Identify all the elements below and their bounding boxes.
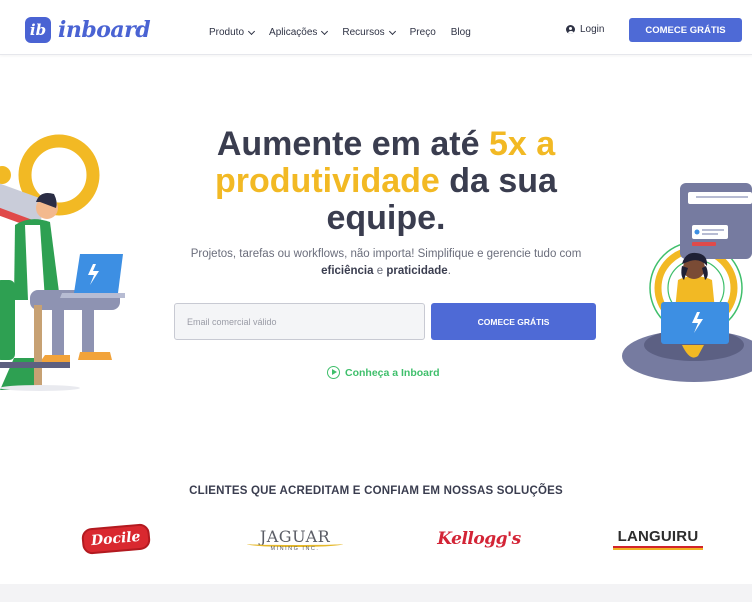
nav-item-produto[interactable]: Produto xyxy=(209,27,256,38)
clients-heading: CLIENTES QUE ACREDITAM E CONFIAM EM NOSS… xyxy=(189,485,563,497)
chevron-down-icon xyxy=(321,27,329,35)
hero-illustration-right xyxy=(622,183,752,382)
languiru-stripes xyxy=(613,546,703,550)
top-nav-bar: ib inboard Produto Aplicações Recursos P… xyxy=(0,0,752,55)
user-icon xyxy=(566,25,575,34)
jaguar-subtitle: MINING INC. xyxy=(270,545,320,552)
title-highlight: produtividade xyxy=(215,162,440,200)
hero-title: Aumente em até 5x a produtividade da sua… xyxy=(160,126,612,237)
docile-wordmark: Docile xyxy=(81,523,151,555)
video-link-label: Conheça a Inboard xyxy=(345,366,440,379)
page: ib inboard Produto Aplicações Recursos P… xyxy=(0,0,752,602)
nav-label: Aplicações xyxy=(269,27,318,38)
languiru-wordmark: LANGUIRU xyxy=(617,528,699,545)
nav-label: Recursos xyxy=(342,27,385,38)
docile-logo: Docile xyxy=(81,520,151,558)
kelloggs-logo: Kellogg's xyxy=(437,520,521,558)
email-input[interactable]: Email comercial válido xyxy=(174,303,425,340)
chevron-down-icon xyxy=(388,27,396,35)
title-part: Aumente em até xyxy=(216,125,489,163)
inboard-logo[interactable]: ib inboard xyxy=(25,17,151,43)
start-free-button-hero[interactable]: COMECE GRÁTIS xyxy=(431,303,596,340)
jaguar-mining-logo: JAGUAR MINING INC. xyxy=(245,520,345,558)
hero-illustration-left xyxy=(0,134,125,391)
nav-item-preco[interactable]: Preço xyxy=(410,27,436,38)
logo-text: inboard xyxy=(58,17,151,43)
subtitle-bold: eficiência xyxy=(321,265,374,277)
nav-label: Blog xyxy=(450,27,471,38)
watch-video-link[interactable]: Conheça a Inboard xyxy=(327,366,440,379)
nav-label: Produto xyxy=(209,27,245,38)
languiru-logo: LANGUIRU xyxy=(612,520,704,558)
play-icon xyxy=(327,366,340,379)
kelloggs-wordmark: Kellogg's xyxy=(437,529,521,549)
title-part: equipe. xyxy=(326,199,446,237)
next-section-band xyxy=(0,584,752,602)
nav-item-blog[interactable]: Blog xyxy=(451,27,471,38)
login-link[interactable]: Login xyxy=(566,24,604,35)
nav-item-recursos[interactable]: Recursos xyxy=(342,27,396,38)
title-part: da sua xyxy=(439,162,557,200)
start-free-button-header[interactable]: COMECE GRÁTIS xyxy=(629,18,742,42)
main-nav: Produto Aplicações Recursos Preço Blog xyxy=(209,27,486,38)
subtitle-bold: praticidade xyxy=(386,265,448,277)
subtitle-text: Projetos, tarefas ou workflows, não impo… xyxy=(190,248,582,260)
subtitle-text: e xyxy=(373,265,387,277)
nav-label: Preço xyxy=(409,27,436,38)
logo-mark: ib xyxy=(25,17,51,43)
chevron-down-icon xyxy=(247,27,256,35)
login-label: Login xyxy=(580,24,605,35)
nav-item-aplicacoes[interactable]: Aplicações xyxy=(269,27,329,38)
hero-subtitle: Projetos, tarefas ou workflows, não impo… xyxy=(170,246,602,280)
email-placeholder: Email comercial válido xyxy=(187,316,277,327)
subtitle-text: . xyxy=(447,265,451,277)
title-highlight: 5x a xyxy=(488,125,556,163)
